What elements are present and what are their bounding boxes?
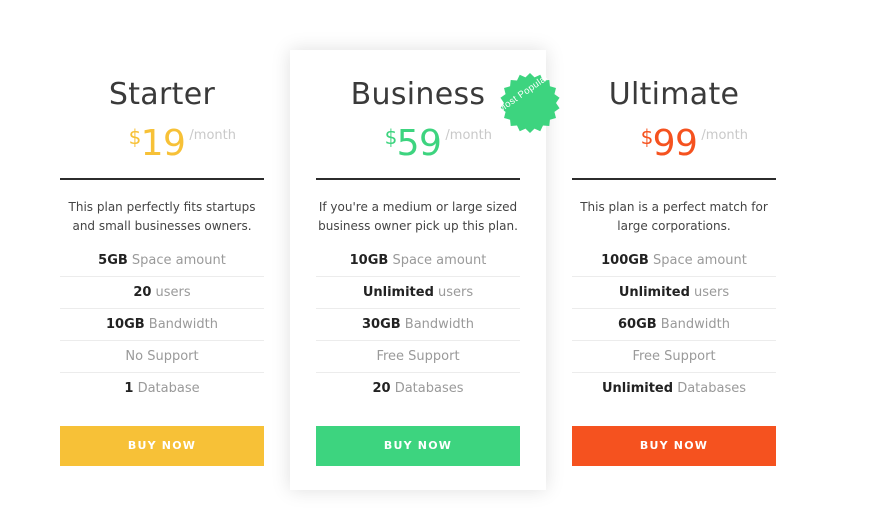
feature-list: 5GB Space amount 20 users 10GB Bandwidth… [60, 245, 264, 404]
currency-symbol: $ [640, 125, 654, 149]
feature-bandwidth: 60GB Bandwidth [572, 309, 776, 341]
feature-space: 100GB Space amount [572, 245, 776, 277]
currency-symbol: $ [384, 125, 398, 149]
plan-description: If you're a medium or large sized busine… [318, 200, 518, 233]
price-amount: 99 [652, 123, 698, 164]
plan-title: Starter [108, 77, 216, 112]
divider [572, 178, 776, 180]
feature-bandwidth: 10GB Bandwidth [60, 309, 264, 341]
plan-price: $ 19 /month [60, 122, 264, 168]
feature-support: Free Support [572, 341, 776, 373]
feature-list: 10GB Space amount Unlimited users 30GB B… [316, 245, 520, 404]
pricing-card-ultimate: Ultimate $ 99 /month This plan is a perf… [546, 50, 802, 490]
feature-support: Free Support [316, 341, 520, 373]
feature-database: Unlimited Databases [601, 381, 746, 396]
buy-now-button[interactable]: BUY NOW [316, 426, 520, 466]
feature-space: 5GB Space amount [60, 245, 264, 277]
price-period: /month [445, 128, 492, 143]
feature-users: Unlimited users [316, 277, 520, 309]
feature-list: 100GB Space amount Unlimited users 60GB … [572, 245, 776, 404]
pricing-card-business: Business $ 59 /month If you're a medium … [290, 50, 560, 490]
price-period: /month [189, 128, 236, 143]
price-period: /month [701, 128, 748, 143]
plan-title: Business [350, 77, 486, 112]
buy-now-button[interactable]: BUY NOW [572, 426, 776, 466]
divider [60, 178, 264, 180]
price-amount: 19 [140, 123, 186, 164]
plan-description: This plan is a perfect match for large c… [580, 200, 768, 233]
feature-space: 10GB Space amount [316, 245, 520, 277]
feature-users: 20 users [60, 277, 264, 309]
plan-price: $ 99 /month [572, 122, 776, 168]
divider [316, 178, 520, 180]
price-amount: 59 [396, 123, 442, 164]
feature-database: 20 Databases [372, 381, 464, 396]
currency-symbol: $ [128, 125, 142, 149]
feature-bandwidth: 30GB Bandwidth [316, 309, 520, 341]
plan-title: Ultimate [608, 77, 740, 112]
pricing-card-starter: Starter $ 19 /month This plan perfectly … [34, 50, 290, 490]
feature-database: 1 Database [124, 381, 200, 396]
plan-description: This plan perfectly fits startups and sm… [68, 200, 256, 233]
plan-price: $ 59 /month [316, 122, 520, 168]
feature-users: Unlimited users [572, 277, 776, 309]
feature-support: No Support [60, 341, 264, 373]
buy-now-button[interactable]: BUY NOW [60, 426, 264, 466]
